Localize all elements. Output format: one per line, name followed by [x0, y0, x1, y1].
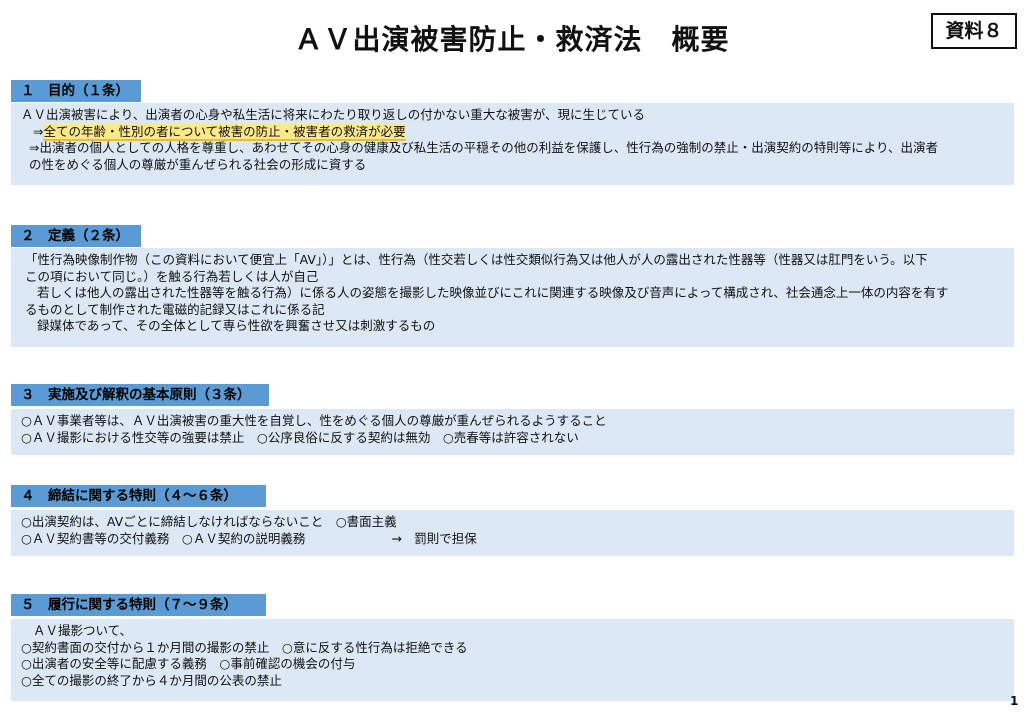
penalty-note: → 罰則で担保	[391, 530, 477, 546]
section-5-line-3: ○出演者の安全等に配慮する義務 ○事前確認の機会の付与	[21, 656, 356, 671]
arrow-icon: ⇒	[33, 123, 44, 139]
section-3-body: ○ＡＶ事業者等は、ＡＶ出演被害の重大性を自覚し、性をめぐる個人の尊厳が重んぜられ…	[11, 409, 1014, 455]
section-2-line-1: 「性行為映像制作物（この資料において便宜上「AV」）」とは、性行為（性交若しくは…	[25, 252, 928, 267]
page-title: ＡＶ出演被害防止・救済法 概要	[294, 23, 730, 56]
section-1-line-2: ⇒全ての年齢・性別の者について被害の防止・被害者の救済が必要	[19, 123, 1008, 141]
section-3-line-2: ○ＡＶ撮影における性交等の強要は禁止 ○公序良俗に反する契約は無効 ○売春等は許…	[21, 429, 579, 445]
section-2-header: ２ 定義（２条）	[11, 225, 141, 247]
section-4-line-2-text: ○ＡＶ契約書等の交付義務 ○ＡＶ契約の説明義務	[21, 530, 306, 546]
section-4-line-2: ○ＡＶ契約書等の交付義務 ○ＡＶ契約の説明義務 → 罰則で担保	[19, 531, 1008, 548]
section-1-header: １ 目的（１条）	[11, 80, 141, 102]
section-2-body: 「性行為映像制作物（この資料において便宜上「AV」）」とは、性行為（性交若しくは…	[11, 248, 1014, 347]
document-number-badge: 資料８	[931, 13, 1017, 49]
section-1-line-3: ⇒出演者の個人としての人格を尊重し、あわせてその心身の健康及び私生活の平穏その他…	[29, 140, 938, 155]
section-5-line-1: ＡＶ撮影ついて、	[33, 623, 133, 638]
section-5-body: ＡＶ撮影ついて、 ○契約書面の交付から１か月間の撮影の禁止 ○意に反する性行為は…	[11, 619, 1014, 701]
section-4-line-1: ○出演契約は、AVごとに締結しなければならないこと ○書面主義	[21, 514, 397, 529]
section-4-header: ４ 締結に関する特則（４～６条）	[11, 485, 266, 507]
section-3-header: ３ 実施及び解釈の基本原則（３条）	[11, 384, 269, 406]
section-1-line-1: ＡＶ出演被害により、出演者の心身や私生活に将来にわたり取り返しの付かない重大な被…	[21, 107, 646, 122]
highlighted-text: 全ての年齢・性別の者について被害の防止・被害者の救済が必要	[43, 123, 406, 141]
section-3-line-1: ○ＡＶ事業者等は、ＡＶ出演被害の重大性を自覚し、性をめぐる個人の尊厳が重んぜられ…	[21, 413, 607, 428]
page-number: 1	[1010, 694, 1019, 708]
section-5-line-2: ○契約書面の交付から１か月間の撮影の禁止 ○意に反する性行為は拒絶できる	[21, 639, 468, 655]
section-1-line-4: の性をめぐる個人の尊厳が重んぜられる社会の形成に資する	[29, 156, 367, 172]
section-2-line-3: 若しくは他人の露出された性器等を触る行為）に係る人の姿態を撮影した映像並びにこれ…	[37, 285, 949, 300]
section-2-line-2: この項において同じ。）を触る行為若しくは人が自己	[25, 268, 319, 284]
section-4-body: ○出演契約は、AVごとに締結しなければならないこと ○書面主義 ○ＡＶ契約書等の…	[11, 510, 1014, 556]
section-2-line-4: るものとして制作された電磁的記録又はこれに係る記	[25, 301, 325, 317]
section-1-body: ＡＶ出演被害により、出演者の心身や私生活に将来にわたり取り返しの付かない重大な被…	[11, 103, 1014, 185]
section-2-line-5: 録媒体であって、その全体として専ら性欲を興奮させ又は刺激するもの	[37, 318, 436, 333]
section-5-line-4: ○全ての撮影の終了から４か月間の公表の禁止	[21, 672, 282, 688]
section-5-header: ５ 履行に関する特則（７～９条）	[11, 594, 266, 616]
